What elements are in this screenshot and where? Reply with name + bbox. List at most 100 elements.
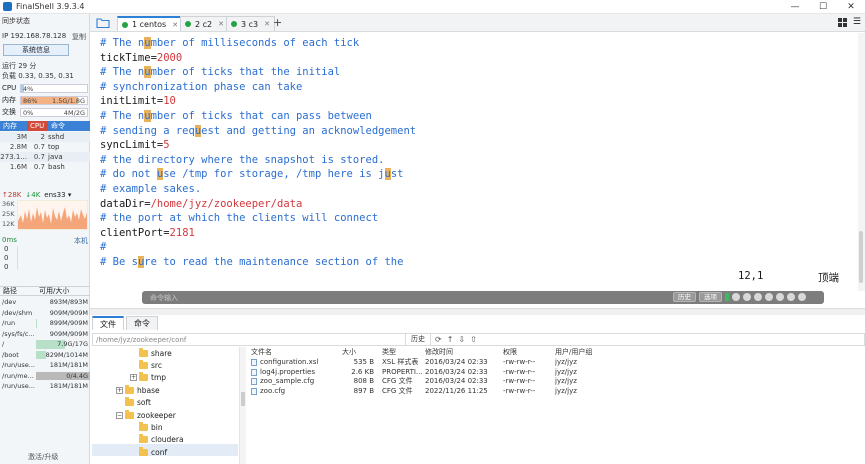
- tree-item-bin[interactable]: bin: [130, 421, 163, 433]
- arrow-down-icon[interactable]: [787, 293, 795, 301]
- terminal-text: 10: [163, 95, 176, 108]
- expand-toggle-icon[interactable]: +: [130, 374, 137, 382]
- disk-path: /dev: [2, 298, 17, 306]
- col-owner[interactable]: 用户/用户组: [553, 347, 613, 358]
- disk-size: 181M/181M: [36, 360, 90, 371]
- ping-target[interactable]: 本机: [74, 236, 88, 246]
- tab-files[interactable]: 文件: [92, 316, 124, 330]
- col-memory[interactable]: 内存: [0, 121, 27, 131]
- tab-c2[interactable]: 2 c2 ✕: [180, 16, 229, 31]
- process-row[interactable]: 1.6M 0.7 bash: [0, 162, 90, 172]
- upload-icon[interactable]: ⇧: [470, 334, 477, 345]
- terminal-text: # synchronization phase can take: [100, 80, 303, 93]
- sync-status[interactable]: 同步状态: [2, 16, 30, 26]
- col-modified[interactable]: 修改时间: [423, 347, 501, 358]
- disk-size-text: 909M/909M: [49, 329, 88, 338]
- col-size[interactable]: 大小: [336, 347, 380, 358]
- col-filename[interactable]: 文件名: [248, 347, 336, 358]
- scrollbar-thumb[interactable]: [859, 231, 863, 283]
- tree-item-hbase[interactable]: + hbase: [116, 384, 160, 396]
- up-dir-icon[interactable]: ↑: [447, 334, 454, 345]
- disk-row[interactable]: /run 899M/909M: [0, 318, 90, 329]
- close-tab-icon[interactable]: ✕: [172, 21, 178, 29]
- terminal-text: dataDir=: [100, 197, 151, 210]
- file-row[interactable]: log4j.properties 2.6 KB PROPERTI... 2016/03…: [248, 368, 865, 378]
- tab-centos[interactable]: 1 centos ✕: [117, 16, 184, 31]
- minimize-button[interactable]: —: [781, 0, 809, 14]
- disk-path: /dev/shm: [2, 308, 33, 317]
- net-y-label: 36K: [2, 200, 15, 208]
- command-input-placeholder[interactable]: 命令输入: [150, 293, 178, 303]
- tree-item-share[interactable]: share: [130, 347, 172, 359]
- close-window-button[interactable]: ✕: [837, 0, 865, 14]
- disk-row[interactable]: /sys/fs/c... 909M/909M: [0, 329, 90, 340]
- options-button[interactable]: 选项: [699, 292, 722, 302]
- folder-open-icon[interactable]: [96, 17, 110, 28]
- network-speed: ↑28K ↓4K ens33 ▾: [2, 191, 71, 199]
- path-history-button[interactable]: 历史: [405, 334, 431, 345]
- clipboard-icon[interactable]: [743, 293, 751, 301]
- process-table: 3M 2 sshd 2.8M 0.7 top 273.1... 0.7 java 1.6M 0…: [0, 132, 90, 172]
- terminal-line: # example sakes.: [100, 182, 858, 197]
- expand-toggle-icon[interactable]: +: [116, 386, 123, 394]
- search-icon[interactable]: [765, 293, 773, 301]
- process-row[interactable]: 273.1... 0.7 java: [0, 152, 90, 162]
- lightning-icon[interactable]: [754, 293, 762, 301]
- file-row[interactable]: zoo_sample.cfg 808 B CFG 文件 2016/03/24 02:3…: [248, 377, 865, 387]
- file-row[interactable]: configuration.xsl 535 B XSL 样式表 2016/03/24 …: [248, 358, 865, 368]
- close-tab-icon[interactable]: ✕: [264, 20, 270, 28]
- folder-icon: [125, 397, 134, 407]
- scrollbar-thumb[interactable]: [241, 392, 245, 406]
- tree-item-conf[interactable]: conf: [130, 446, 167, 458]
- command-input-bar[interactable]: 命令输入 历史 选项: [142, 291, 824, 304]
- tree-item-zookeeper[interactable]: − zookeeper: [116, 409, 176, 421]
- file-type: XSL 样式表: [382, 358, 419, 366]
- activate-upgrade-link[interactable]: 激活/升级: [28, 452, 58, 462]
- expand-toggle-icon[interactable]: −: [116, 411, 123, 419]
- tree-scrollbar[interactable]: [240, 347, 246, 464]
- path-input[interactable]: /home/jyz/zookeeper/conf: [96, 336, 186, 344]
- col-type[interactable]: 类型: [380, 347, 423, 358]
- disk-row[interactable]: /dev 893M/893M: [0, 297, 90, 308]
- terminal-output[interactable]: # The number of milliseconds of each tic…: [92, 33, 858, 289]
- tree-item-src[interactable]: src: [130, 359, 162, 371]
- download-icon[interactable]: ⇩: [458, 334, 465, 345]
- copy-ip-link[interactable]: 复制: [72, 32, 86, 42]
- col-permissions[interactable]: 权限: [501, 347, 553, 358]
- tab-c3[interactable]: 3 c3 ✕: [226, 16, 275, 31]
- disk-row[interactable]: /run/use... 181M/181M: [0, 360, 90, 371]
- disk-row[interactable]: /run/me... 0/4.4G: [0, 371, 90, 382]
- terminal-scrollbar[interactable]: [858, 33, 865, 291]
- disk-row[interactable]: /boot 829M/1014M: [0, 350, 90, 361]
- panel-splitter[interactable]: [90, 308, 865, 315]
- refresh-icon[interactable]: ⟳: [435, 334, 442, 345]
- terminal-text: # The n: [100, 109, 145, 122]
- tab-commands[interactable]: 命令: [126, 316, 158, 330]
- add-tab-icon[interactable]: +: [273, 16, 282, 29]
- layout-grid-icon[interactable]: [837, 18, 847, 27]
- history-button[interactable]: 历史: [673, 292, 696, 302]
- settings-icon[interactable]: [732, 293, 740, 301]
- file-name: configuration.xsl: [248, 358, 336, 368]
- disk-row[interactable]: /run/use... 181M/181M: [0, 381, 90, 392]
- process-row[interactable]: 2.8M 0.7 top: [0, 142, 90, 152]
- system-info-button[interactable]: 系统信息: [3, 44, 69, 56]
- interface-select[interactable]: ens33 ▾: [44, 191, 71, 199]
- col-avail-size: 可用/大小: [39, 287, 70, 295]
- disk-row[interactable]: / 7.9G/17G: [0, 339, 90, 350]
- close-tab-icon[interactable]: ✕: [218, 20, 224, 28]
- maximize-button[interactable]: ☐: [809, 0, 837, 14]
- gear-icon[interactable]: [776, 293, 784, 301]
- cpu-meter: CPU 4%: [2, 83, 88, 93]
- menu-icon[interactable]: ☰: [853, 18, 861, 27]
- file-row[interactable]: zoo.cfg 897 B CFG 文件 2022/11/26 11:25 -rw-rw…: [248, 387, 865, 397]
- disk-path: /run/use...: [2, 361, 35, 369]
- disk-row[interactable]: /dev/shm 909M/909M: [0, 308, 90, 319]
- col-cpu[interactable]: CPU: [27, 121, 48, 131]
- tree-item-cloudera[interactable]: cloudera: [130, 434, 184, 446]
- window-icon[interactable]: [798, 293, 806, 301]
- col-command[interactable]: 命令: [48, 121, 90, 131]
- tree-item-tmp[interactable]: + tmp: [130, 372, 166, 384]
- process-row[interactable]: 3M 2 sshd: [0, 132, 90, 142]
- tree-item-soft[interactable]: soft: [116, 397, 151, 409]
